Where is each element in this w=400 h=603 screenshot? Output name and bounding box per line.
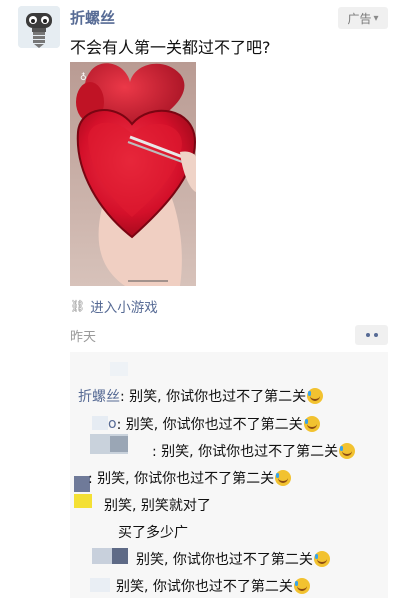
comment-text: : 别笑, 你试你也过不了第二关	[88, 471, 275, 487]
mosaic-block	[92, 416, 108, 430]
comment-text: 别笑, 你试你也过不了第二关	[136, 552, 313, 568]
comment-item[interactable]: o : 别笑, 你试你也过不了第二关	[108, 414, 320, 434]
comment-text: 买了多少广	[118, 525, 188, 541]
post-video-thumbnail[interactable]: ♁	[70, 62, 196, 286]
mosaic-block	[110, 362, 128, 376]
ad-label: 广告	[347, 11, 372, 26]
laugh-cry-emoji-icon	[303, 416, 320, 432]
comment-item[interactable]: 买了多少广	[118, 522, 188, 542]
post-time: 昨天	[70, 330, 97, 345]
comment-item[interactable]: 别笑, 你试你也过不了第二关	[116, 576, 310, 596]
comment-item[interactable]: : 别笑, 你试你也过不了第二关	[152, 441, 356, 461]
mosaic-block	[110, 436, 128, 452]
post-text: 不会有人第一关都过不了吧?	[70, 38, 271, 57]
laugh-cry-emoji-icon	[293, 578, 310, 594]
screw-mascot-icon	[18, 6, 60, 48]
comment-text: 别笑, 别笑就对了	[104, 498, 211, 514]
comment-item[interactable]: 别笑, 你试你也过不了第二关	[136, 549, 330, 569]
laugh-cry-emoji-icon	[313, 551, 330, 567]
account-name[interactable]: 折螺丝	[70, 7, 115, 28]
commenter-name[interactable]: o	[108, 416, 117, 432]
laugh-cry-emoji-icon	[339, 443, 356, 459]
comment-item[interactable]: : 别笑, 你试你也过不了第二关	[88, 468, 292, 488]
chevron-down-icon: ▾	[373, 12, 379, 24]
mosaic-block	[74, 494, 92, 508]
commenter-name[interactable]: 折螺丝	[78, 386, 120, 406]
mini-game-link-label: 进入小游戏	[90, 300, 158, 316]
mosaic-block	[112, 548, 128, 564]
dot-icon	[365, 333, 370, 337]
comment-text: : 别笑, 你试你也过不了第二关	[116, 417, 303, 433]
dot-icon	[373, 333, 378, 337]
more-actions-button[interactable]	[355, 325, 388, 345]
comment-text: 别笑, 你试你也过不了第二关	[116, 579, 293, 595]
link-icon: ⛓	[70, 299, 86, 313]
comment-item[interactable]: 折螺丝 : 别笑, 你试你也过不了第二关	[78, 386, 324, 406]
laugh-cry-emoji-icon	[307, 388, 324, 404]
laugh-cry-emoji-icon	[275, 470, 292, 486]
mosaic-block	[90, 578, 110, 592]
heart-candy-image: ♁	[70, 62, 196, 286]
mini-game-link[interactable]: ⛓ 进入小游戏	[70, 296, 158, 316]
comment-text: : 别笑, 你试你也过不了第二关	[120, 389, 307, 405]
comment-item[interactable]: 别笑, 别笑就对了	[104, 495, 211, 515]
comment-section: 折螺丝 : 别笑, 你试你也过不了第二关 o : 别笑, 你试你也过不了第二关 …	[70, 352, 388, 598]
svg-text:♁: ♁	[80, 72, 87, 83]
ad-label-button[interactable]: 广告 ▾	[338, 7, 388, 29]
avatar[interactable]	[18, 6, 60, 48]
comment-text: : 别笑, 你试你也过不了第二关	[152, 444, 339, 460]
